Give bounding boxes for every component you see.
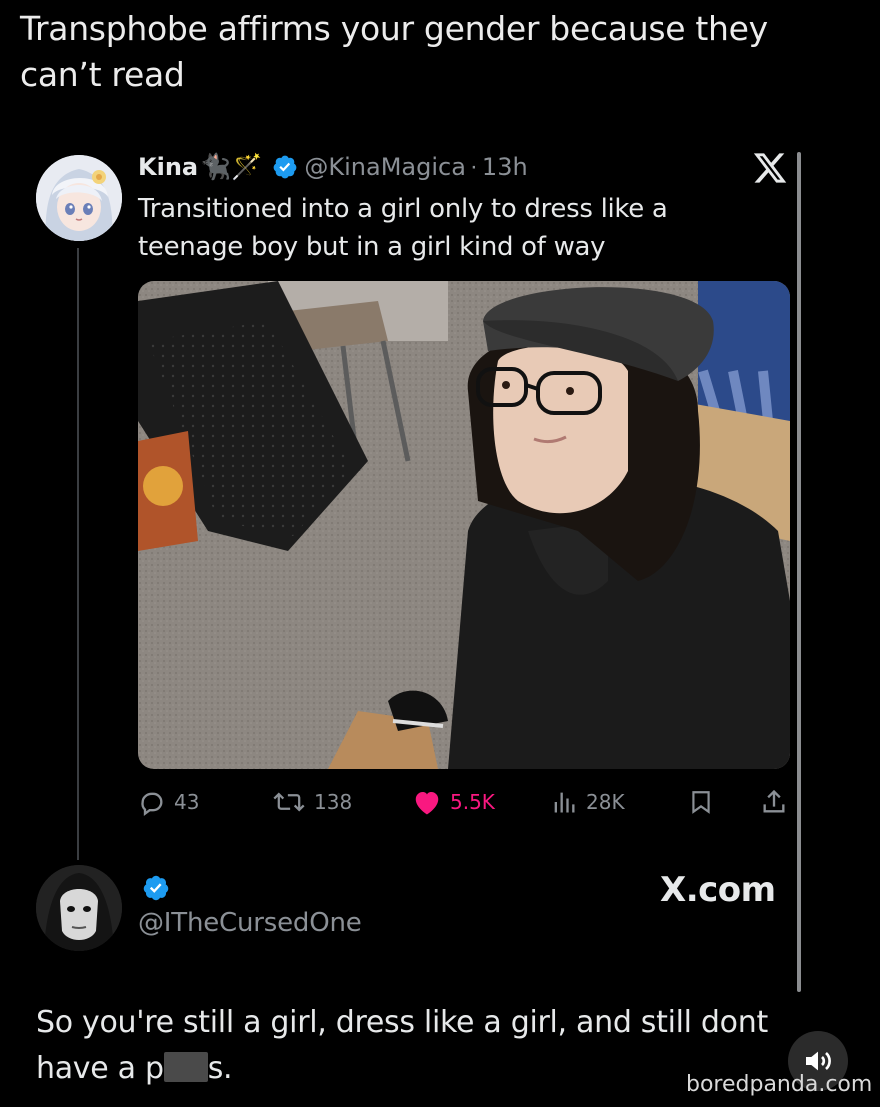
views-action[interactable]: 28K bbox=[550, 784, 625, 820]
scrollbar[interactable] bbox=[797, 152, 801, 992]
x-logo-icon[interactable] bbox=[752, 150, 788, 186]
repost-arrows-icon bbox=[273, 792, 305, 812]
cursed-one-avatar[interactable] bbox=[36, 865, 122, 951]
speech-bubble-icon bbox=[141, 792, 163, 816]
reply-text-part2: s. bbox=[207, 1051, 233, 1086]
post-caption: Transphobe affirms your gender because t… bbox=[20, 9, 768, 94]
bar-chart-icon bbox=[554, 792, 575, 813]
kina-avatar[interactable] bbox=[36, 155, 122, 241]
like-action[interactable]: 5.5K bbox=[412, 784, 495, 820]
verified-badge-icon bbox=[143, 875, 169, 901]
tweet-text: Transitioned into a girl only to dress l… bbox=[138, 194, 668, 262]
bookmark-icon bbox=[692, 791, 710, 814]
reply-user-handle[interactable]: @ITheCursedOne bbox=[138, 908, 362, 938]
site-label: X.com bbox=[660, 870, 776, 910]
name-emojis: 🐈‍⬛🪄 bbox=[200, 152, 263, 181]
verified-badge-icon bbox=[273, 155, 297, 179]
share-icon bbox=[763, 789, 785, 813]
reply-count: 43 bbox=[174, 790, 200, 814]
bookmark-action[interactable] bbox=[688, 784, 722, 820]
thread-connector-line bbox=[77, 248, 79, 860]
share-action[interactable] bbox=[760, 784, 796, 820]
repost-action[interactable]: 138 bbox=[272, 784, 352, 820]
censor-block bbox=[163, 1052, 208, 1082]
heart-icon bbox=[415, 792, 439, 815]
like-count: 5.5K bbox=[450, 790, 495, 814]
tweet-timestamp[interactable]: 13h bbox=[482, 153, 528, 181]
user-handle[interactable]: @KinaMagica bbox=[304, 153, 466, 181]
repost-count: 138 bbox=[314, 790, 353, 814]
display-name[interactable]: Kina bbox=[138, 153, 198, 181]
reply-text-part1: So you're still a girl, dress like a gir… bbox=[36, 1005, 768, 1086]
watermark: boredpanda.com bbox=[686, 1072, 873, 1097]
reply-text: So you're still a girl, dress like a gir… bbox=[36, 1000, 776, 1092]
header-separator: · bbox=[469, 153, 478, 180]
tweet-action-bar: 43 138 5.5K 28K bbox=[138, 784, 790, 820]
reply-action[interactable]: 43 bbox=[138, 784, 199, 820]
tweet-photo[interactable] bbox=[138, 281, 790, 769]
tweet-header: Kina 🐈‍⬛🪄 @KinaMagica · 13h bbox=[138, 150, 528, 184]
views-count: 28K bbox=[586, 790, 625, 814]
